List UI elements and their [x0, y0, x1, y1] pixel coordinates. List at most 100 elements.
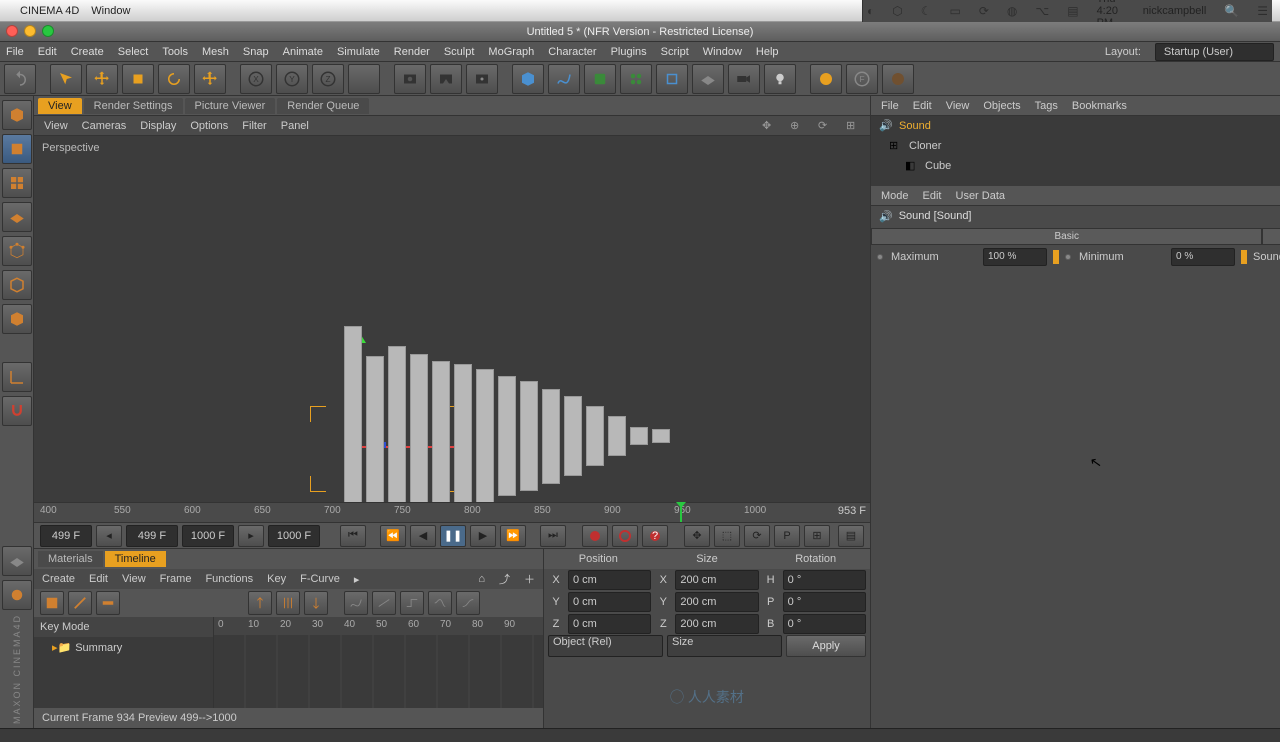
wifi-icon[interactable]: ◍	[1007, 4, 1017, 18]
menu-character[interactable]: Character	[548, 46, 596, 58]
minimize-icon[interactable]	[24, 25, 36, 37]
sphere-mat-icon[interactable]	[882, 64, 914, 94]
atab-basic[interactable]: Basic	[871, 228, 1262, 245]
next-frame-icon[interactable]: ▶	[470, 525, 496, 547]
tl-mode2-icon[interactable]	[68, 591, 92, 615]
tab-view[interactable]: View	[38, 98, 82, 114]
tag-f-icon[interactable]: F	[846, 64, 878, 94]
omm-file[interactable]: File	[881, 100, 899, 112]
menu-select[interactable]: Select	[118, 46, 149, 58]
undo-icon[interactable]	[4, 64, 36, 94]
goto-end-icon[interactable]: ⏭	[540, 525, 566, 547]
scale-icon[interactable]	[122, 64, 154, 94]
timeline-open-icon[interactable]: ▤	[838, 525, 864, 547]
rot-h-field[interactable]: 0 °	[783, 570, 866, 590]
tl-curve1-icon[interactable]	[344, 591, 368, 615]
atm-edit[interactable]: Edit	[923, 190, 942, 202]
menu-mograph[interactable]: MoGraph	[488, 46, 534, 58]
tlm-view[interactable]: View	[122, 573, 146, 585]
tlm-fcurve[interactable]: F-Curve	[300, 573, 340, 585]
add-floor-icon[interactable]	[692, 64, 724, 94]
menu-window[interactable]: Window	[703, 46, 742, 58]
menu-edit[interactable]: Edit	[38, 46, 57, 58]
rot-b-field[interactable]: 0 °	[783, 614, 866, 634]
size-y-field[interactable]: 200 cm	[675, 592, 758, 612]
prev-key-icon[interactable]: ⏪	[380, 525, 406, 547]
menu-tools[interactable]: Tools	[162, 46, 188, 58]
apply-button[interactable]: Apply	[786, 635, 866, 657]
dope-sheet[interactable]: 0 10 20 30 40 50 60 70 80 90	[214, 617, 543, 708]
rot-p-field[interactable]: 0 °	[783, 592, 866, 612]
soft-sel-icon[interactable]	[2, 546, 32, 576]
next-key-icon[interactable]: ⏩	[500, 525, 526, 547]
menu-snap[interactable]: Snap	[243, 46, 269, 58]
snap-icon[interactable]	[2, 396, 32, 426]
model-mode-icon[interactable]	[2, 134, 32, 164]
tab-materials[interactable]: Materials	[38, 551, 103, 567]
vm-display[interactable]: Display	[140, 120, 176, 132]
tlm-lock-icon[interactable]: ⤴	[499, 571, 510, 587]
tlm-create[interactable]: Create	[42, 573, 75, 585]
tweak-icon[interactable]	[2, 580, 32, 610]
omm-bookmarks[interactable]: Bookmarks	[1072, 100, 1127, 112]
user[interactable]: nickcampbell	[1143, 5, 1207, 17]
viewport[interactable]: Perspective	[34, 136, 870, 502]
add-nurbs-icon[interactable]	[584, 64, 616, 94]
recent-tool-icon[interactable]	[194, 64, 226, 94]
menu-file[interactable]: File	[6, 46, 24, 58]
omm-tags[interactable]: Tags	[1035, 100, 1058, 112]
tlm-edit[interactable]: Edit	[89, 573, 108, 585]
vm-cameras[interactable]: Cameras	[82, 120, 127, 132]
tl-key2-icon[interactable]	[276, 591, 300, 615]
render-view-icon[interactable]	[394, 64, 426, 94]
add-deform-icon[interactable]	[656, 64, 688, 94]
goto-start-icon[interactable]: ⏮	[340, 525, 366, 547]
size-z-field[interactable]: 200 cm	[675, 614, 758, 634]
bt-icon[interactable]: ⌥	[1035, 4, 1049, 18]
keyopt-icon[interactable]: ?	[642, 525, 668, 547]
obj-cloner[interactable]: Cloner	[909, 140, 941, 152]
pos-z-field[interactable]: 0 cm	[568, 614, 651, 634]
range-prev-icon[interactable]: ◂	[96, 525, 122, 547]
prev-frame-icon[interactable]: ◀	[410, 525, 436, 547]
omm-objects[interactable]: Objects	[983, 100, 1020, 112]
menu-mesh[interactable]: Mesh	[202, 46, 229, 58]
sync-icon[interactable]: ⟳	[979, 4, 989, 18]
tl-curve2-icon[interactable]	[372, 591, 396, 615]
mac-menu-window[interactable]: Window	[91, 5, 130, 17]
add-light-icon[interactable]	[764, 64, 796, 94]
maximum-field[interactable]: 100 %	[983, 248, 1047, 266]
pos-x-field[interactable]: 0 cm	[568, 570, 651, 590]
range-next-icon[interactable]: ▸	[238, 525, 264, 547]
pause-icon[interactable]: ❚❚	[440, 525, 466, 547]
menu-create[interactable]: Create	[71, 46, 104, 58]
obj-sound[interactable]: Sound	[899, 120, 931, 132]
range-end-field[interactable]: 1000 F	[182, 525, 234, 547]
move-icon[interactable]	[86, 64, 118, 94]
tl-key1-icon[interactable]	[248, 591, 272, 615]
poly-mode-icon[interactable]	[2, 304, 32, 334]
render-settings-icon[interactable]	[466, 64, 498, 94]
tlm-key[interactable]: Key	[267, 573, 286, 585]
vm-options[interactable]: Options	[190, 120, 228, 132]
atab-coord[interactable]: Coord.	[1262, 228, 1280, 245]
y-axis-icon[interactable]: Y	[276, 64, 308, 94]
live-select-icon[interactable]	[50, 64, 82, 94]
close-icon[interactable]	[6, 25, 18, 37]
atm-mode[interactable]: Mode	[881, 190, 909, 202]
menu-render[interactable]: Render	[394, 46, 430, 58]
tab-timeline[interactable]: Timeline	[105, 551, 166, 567]
pos-key-icon[interactable]: ✥	[684, 525, 710, 547]
tlm-more-icon[interactable]: ▸	[354, 573, 360, 586]
time-ruler[interactable]: 400 550 600 650 700 750 800 850 900 950 …	[34, 502, 870, 522]
atm-userdata[interactable]: User Data	[956, 190, 1006, 202]
menu-animate[interactable]: Animate	[283, 46, 323, 58]
flag-icon[interactable]: ▤	[1067, 4, 1078, 18]
add-cube-icon[interactable]	[512, 64, 544, 94]
edge-mode-icon[interactable]	[2, 270, 32, 300]
rot-key-icon[interactable]: ⟳	[744, 525, 770, 547]
cloud-icon[interactable]: ◐	[867, 4, 874, 18]
z-axis-icon[interactable]: Z	[312, 64, 344, 94]
sphere-env-icon[interactable]	[810, 64, 842, 94]
tl-curve3-icon[interactable]	[400, 591, 424, 615]
